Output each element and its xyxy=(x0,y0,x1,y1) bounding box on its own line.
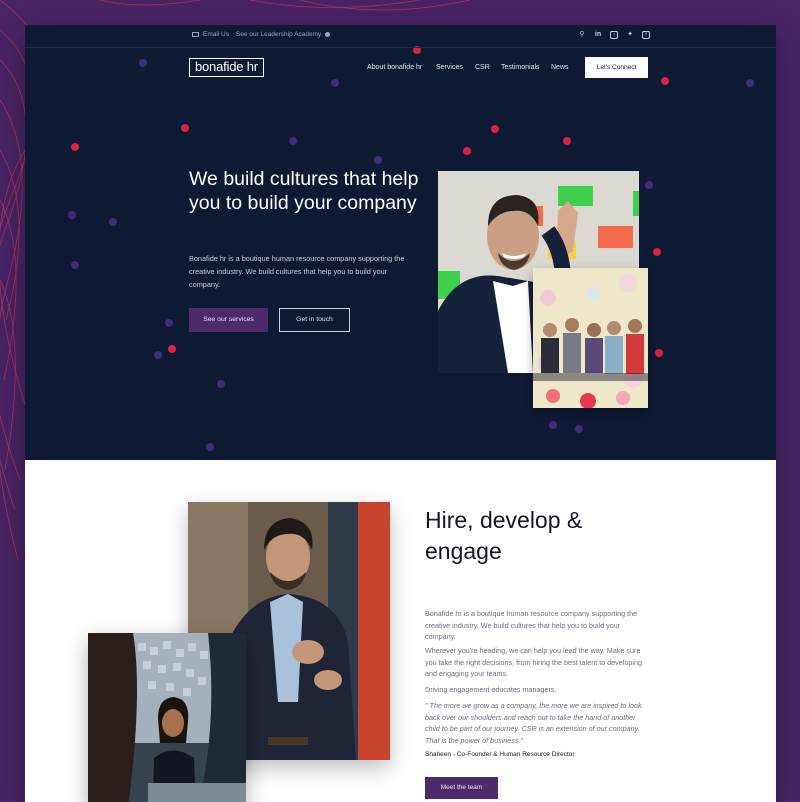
hero-section: Email Us See our Leadership Academy ⚲ in… xyxy=(25,25,776,460)
leadership-academy-label: See our Leadership Academy xyxy=(236,31,322,38)
nav-testimonials[interactable]: Testimonials xyxy=(501,64,540,71)
leadership-academy-link[interactable]: See our Leadership Academy xyxy=(236,31,331,38)
email-us-label: Email Us xyxy=(203,31,230,38)
quote-signature: Shaheen - Co-Founder & Human Resource Di… xyxy=(425,751,575,758)
hero-description: Bonafide hr is a boutique human resource… xyxy=(189,254,405,289)
hero-title: We build cultures that help you to build… xyxy=(189,168,419,214)
section-paragraph-3: Driving engagement educates managers. xyxy=(425,685,557,694)
hero-photo-team xyxy=(533,268,648,408)
nav-services[interactable]: Services xyxy=(436,64,463,71)
get-in-touch-button[interactable]: Get in touch xyxy=(279,308,350,332)
email-us-link[interactable]: Email Us xyxy=(192,31,229,38)
section-heading: Hire, develop & engage xyxy=(425,507,583,564)
twitter-icon[interactable]: ✦ xyxy=(626,31,634,39)
instagram-icon[interactable]: ○ xyxy=(610,31,618,39)
meet-the-team-button[interactable]: Meet the team xyxy=(425,777,498,799)
nav-news[interactable]: News xyxy=(551,64,569,71)
search-icon[interactable]: ⚲ xyxy=(578,31,586,39)
see-services-button[interactable]: See our services xyxy=(189,308,268,332)
hire-develop-engage-section: Hire, develop & engage Bonafide hr is a … xyxy=(25,460,776,802)
browser-frame: Email Us See our Leadership Academy ⚲ in… xyxy=(25,25,776,802)
decorative-dots xyxy=(68,46,754,451)
lets-connect-button[interactable]: Let's Connect xyxy=(585,57,648,78)
mail-icon xyxy=(192,32,199,37)
top-bar: Email Us See our Leadership Academy ⚲ in… xyxy=(25,25,776,48)
nav-csr[interactable]: CSR xyxy=(475,64,490,71)
facebook-icon[interactable]: f xyxy=(642,31,650,39)
social-links: ⚲ in ○ ✦ f xyxy=(578,31,650,39)
nav-about[interactable]: About bonafide hr xyxy=(367,64,422,71)
logo[interactable]: bonafide hr xyxy=(189,58,264,77)
linkedin-icon[interactable]: in xyxy=(594,31,602,39)
founder-quote: " The more we grow as a company, the mor… xyxy=(425,701,642,745)
meeting-photo xyxy=(88,633,246,802)
section-paragraph-2: Wherever you're heading, we can help you… xyxy=(425,646,642,678)
arrow-icon xyxy=(325,32,331,37)
section-paragraph-1: Bonafide hr is a boutique human resource… xyxy=(425,609,638,641)
